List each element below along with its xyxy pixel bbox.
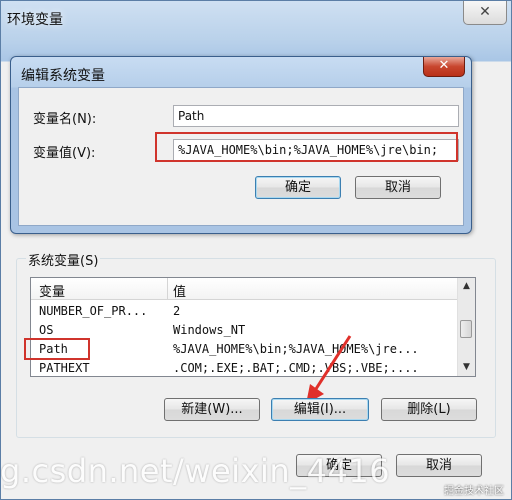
list-scrollbar[interactable]: ▲ ▼ <box>457 278 475 376</box>
dialog-close-button[interactable]: ✕ <box>423 57 465 77</box>
edit-system-variable-dialog: 编辑系统变量 ✕ 变量名(N): Path 变量值(V): %JAVA_HOME… <box>10 56 472 234</box>
scroll-down-icon[interactable]: ▼ <box>458 359 475 376</box>
edit-variable-button[interactable]: 编辑(I)... <box>271 398 369 421</box>
window-close-button[interactable]: ✕ <box>463 1 507 25</box>
row-variable-name: PATHEXT <box>39 361 90 375</box>
variable-value-label: 变量值(V): <box>33 146 96 161</box>
new-variable-button[interactable]: 新建(W)... <box>164 398 260 421</box>
window-cancel-button[interactable]: 取消 <box>396 454 482 477</box>
path-row-highlight-box <box>24 338 90 360</box>
window-title: 环境变量 <box>7 12 63 28</box>
column-header-value[interactable]: 值 <box>173 281 186 300</box>
delete-variable-button[interactable]: 删除(L) <box>381 398 477 421</box>
value-highlight-box <box>155 132 458 162</box>
row-variable-value: 2 <box>173 304 181 318</box>
variable-name-label: 变量名(N): <box>33 112 97 127</box>
window-ok-button[interactable]: 确定 <box>296 454 382 477</box>
column-header-variable[interactable]: 变量 <box>39 281 65 300</box>
scroll-thumb[interactable] <box>460 320 472 338</box>
row-variable-name: OS <box>39 323 54 337</box>
variable-name-field[interactable]: Path <box>173 105 459 127</box>
system-variables-list[interactable]: 变量 值 NUMBER_OF_PR... 2 OS Windows_NT Pat… <box>30 277 476 377</box>
dialog-title: 编辑系统变量 <box>21 68 105 84</box>
dialog-cancel-button[interactable]: 取消 <box>355 176 441 199</box>
row-variable-name: NUMBER_OF_PR... <box>39 304 148 318</box>
system-variables-label: 系统变量(S) <box>26 250 101 269</box>
channel-watermark: 掘金技术社区 <box>444 486 504 497</box>
dialog-ok-button[interactable]: 确定 <box>255 176 341 199</box>
scroll-up-icon[interactable]: ▲ <box>458 278 475 295</box>
list-header: 变量 值 <box>31 278 459 300</box>
dialog-body: 变量名(N): Path 变量值(V): %JAVA_HOME%\bin;%JA… <box>18 87 464 226</box>
column-separator <box>167 278 168 299</box>
